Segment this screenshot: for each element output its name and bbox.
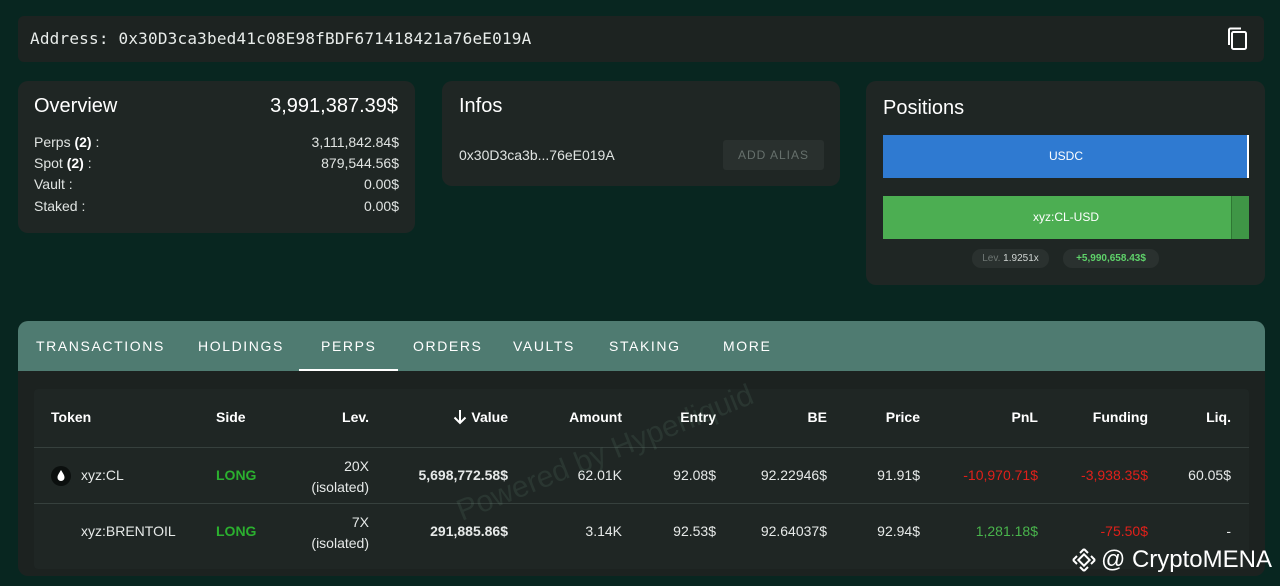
row-leverage: 20X (isolated) xyxy=(311,458,369,495)
header-funding[interactable]: Funding xyxy=(1093,409,1148,425)
overview-card: Overview 3,991,387.39$ Perps (2) : 3,111… xyxy=(18,81,415,233)
infos-card: Infos 0x30D3ca3b...76eE019A ADD ALIAS xyxy=(442,81,840,186)
header-liq[interactable]: Liq. xyxy=(1206,409,1231,425)
oil-drop-icon xyxy=(51,466,71,486)
overview-row-spot: Spot (2) : 879,544.56$ xyxy=(34,155,399,171)
row-divider xyxy=(34,503,1249,504)
header-be[interactable]: BE xyxy=(808,409,827,425)
row-entry: 92.53$ xyxy=(673,523,716,539)
tab-more[interactable]: MORE xyxy=(723,321,771,371)
tab-staking[interactable]: STAKING xyxy=(609,321,681,371)
header-pnl[interactable]: PnL xyxy=(1012,409,1038,425)
row-pnl: -10,970.71$ xyxy=(963,467,1038,483)
cl-position-bar[interactable]: xyz:CL-USD xyxy=(883,196,1249,239)
row-funding: -75.50$ xyxy=(1100,523,1148,539)
copy-icon[interactable] xyxy=(1226,27,1248,51)
header-amount[interactable]: Amount xyxy=(569,409,622,425)
row-funding: -3,938.35$ xyxy=(1081,467,1148,483)
row-price: 91.91$ xyxy=(877,467,920,483)
row-be: 92.64037$ xyxy=(760,523,827,539)
arrow-down-icon xyxy=(454,410,467,425)
short-address: 0x30D3ca3b...76eE019A xyxy=(459,147,615,163)
tab-orders[interactable]: ORDERS xyxy=(413,321,483,371)
row-side: LONG xyxy=(216,523,257,539)
header-price[interactable]: Price xyxy=(886,409,920,425)
row-pnl: 1,281.18$ xyxy=(975,523,1038,539)
overview-total: 3,991,387.39$ xyxy=(270,95,398,117)
header-lev[interactable]: Lev. xyxy=(342,409,369,425)
row-token: xyz:BRENTOIL xyxy=(81,523,176,539)
address-text: Address: 0x30D3ca3bed41c08E98fBDF6714184… xyxy=(30,29,532,48)
overview-row-perps: Perps (2) : 3,111,842.84$ xyxy=(34,134,399,150)
tab-bar: TRANSACTIONS HOLDINGS PERPS ORDERS VAULT… xyxy=(18,321,1265,371)
header-side[interactable]: Side xyxy=(216,409,246,425)
usdc-position-bar[interactable]: USDC xyxy=(883,135,1249,178)
tab-holdings[interactable]: HOLDINGS xyxy=(198,321,284,371)
tab-transactions[interactable]: TRANSACTIONS xyxy=(36,321,165,371)
overview-row-vault: Vault : 0.00$ xyxy=(34,176,399,192)
row-token: xyz:CL xyxy=(81,467,124,483)
pnl-badge: +5,990,658.43$ xyxy=(1063,249,1159,268)
tab-vaults[interactable]: VAULTS xyxy=(513,321,575,371)
row-price: 92.94$ xyxy=(877,523,920,539)
binance-logo-icon xyxy=(1072,548,1096,572)
row-liq: 60.05$ xyxy=(1188,467,1231,483)
infos-title: Infos xyxy=(459,95,503,117)
positions-title: Positions xyxy=(883,97,965,119)
cl-position-segment xyxy=(1231,196,1249,239)
overview-title: Overview xyxy=(34,95,118,117)
credit-label: @ CryptoMENA xyxy=(1071,546,1272,574)
row-amount: 3.14K xyxy=(585,523,622,539)
tab-perps[interactable]: PERPS xyxy=(298,321,400,371)
add-alias-button[interactable]: ADD ALIAS xyxy=(723,140,824,170)
row-liq: - xyxy=(1226,523,1231,539)
perps-table: Token Side Lev. Value Amount Entry BE Pr… xyxy=(34,389,1249,569)
header-token[interactable]: Token xyxy=(51,409,91,425)
row-be: 92.22946$ xyxy=(760,467,827,483)
cl-position-label: xyz:CL-USD xyxy=(1032,210,1099,224)
leverage-badge: Lev. 1.9251x xyxy=(972,249,1049,268)
row-leverage: 7X (isolated) xyxy=(311,514,369,551)
row-entry: 92.08$ xyxy=(673,467,716,483)
row-side: LONG xyxy=(216,467,257,483)
positions-card: Positions USDC xyz:CL-USD Lev. 1.9251x +… xyxy=(866,81,1265,285)
header-value[interactable]: Value xyxy=(453,409,508,425)
address-bar: Address: 0x30D3ca3bed41c08E98fBDF6714184… xyxy=(18,16,1264,62)
overview-row-staked: Staked : 0.00$ xyxy=(34,198,399,214)
